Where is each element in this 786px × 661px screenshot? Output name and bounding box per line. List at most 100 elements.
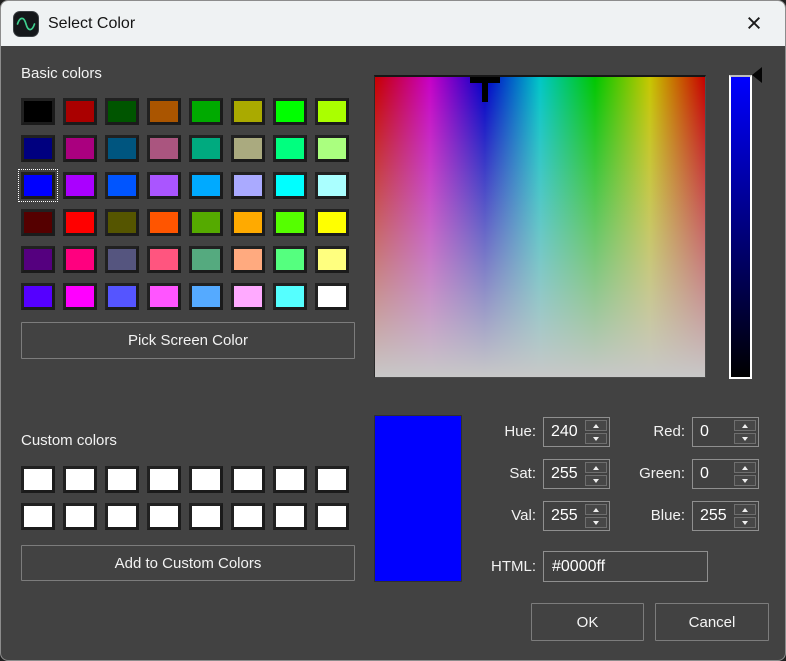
green-spin-up-icon[interactable] [734,462,756,473]
titlebar[interactable]: Select Color × [1,1,785,46]
value-slider-arrow-icon[interactable] [752,67,762,83]
basic-color-swatch[interactable] [21,283,55,310]
basic-color-swatch[interactable] [231,172,265,199]
basic-color-swatch[interactable] [189,283,223,310]
green-spinbox[interactable]: 0 [692,459,759,489]
app-sine-wave-icon [13,11,39,37]
basic-color-swatch[interactable] [21,135,55,162]
basic-color-swatch[interactable] [147,172,181,199]
basic-color-swatch[interactable] [315,283,349,310]
basic-colors-label: Basic colors [21,65,102,82]
basic-color-swatch[interactable] [189,209,223,236]
html-input[interactable]: #0000ff [543,551,708,582]
custom-color-swatch[interactable] [21,466,55,493]
basic-color-swatch[interactable] [231,283,265,310]
basic-color-swatch[interactable] [231,135,265,162]
custom-color-swatch[interactable] [315,503,349,530]
basic-color-swatch[interactable] [105,135,139,162]
custom-color-swatch[interactable] [21,503,55,530]
basic-color-swatch[interactable] [315,98,349,125]
basic-color-swatch[interactable] [273,172,307,199]
cancel-label: Cancel [689,614,736,631]
ok-button[interactable]: OK [531,603,644,641]
basic-color-swatch[interactable] [105,283,139,310]
basic-color-swatch[interactable] [273,98,307,125]
basic-color-swatch[interactable] [273,246,307,273]
blue-spin-up-icon[interactable] [734,504,756,515]
basic-color-swatch[interactable] [273,135,307,162]
custom-color-swatch[interactable] [189,466,223,493]
custom-color-swatch[interactable] [105,503,139,530]
basic-color-swatch[interactable] [189,246,223,273]
basic-color-swatch[interactable] [147,135,181,162]
basic-color-swatch[interactable] [105,246,139,273]
red-spin-up-icon[interactable] [734,420,756,431]
basic-colors-grid [21,98,349,310]
html-value: #0000ff [552,558,605,576]
add-to-custom-colors-button[interactable]: Add to Custom Colors [21,545,355,581]
custom-color-swatch[interactable] [273,503,307,530]
basic-color-swatch[interactable] [315,246,349,273]
basic-color-swatch[interactable] [21,172,55,199]
basic-color-swatch[interactable] [189,135,223,162]
basic-color-swatch[interactable] [147,283,181,310]
basic-color-swatch[interactable] [63,283,97,310]
blue-value: 255 [693,507,734,525]
green-spin-down-icon[interactable] [734,475,756,486]
basic-color-swatch[interactable] [231,209,265,236]
add-to-custom-colors-label: Add to Custom Colors [115,555,262,572]
basic-color-swatch[interactable] [147,98,181,125]
basic-color-swatch[interactable] [21,209,55,236]
basic-color-swatch[interactable] [273,209,307,236]
blue-spinbox[interactable]: 255 [692,501,759,531]
basic-color-swatch[interactable] [63,172,97,199]
basic-color-swatch[interactable] [63,135,97,162]
custom-color-swatch[interactable] [105,466,139,493]
val-label: Val: [441,501,536,531]
basic-color-swatch[interactable] [315,209,349,236]
hue-sat-gradient[interactable] [374,75,706,378]
custom-color-swatch[interactable] [231,503,265,530]
basic-color-swatch[interactable] [189,172,223,199]
hue-label: Hue: [441,417,536,447]
custom-color-swatch[interactable] [273,466,307,493]
custom-color-swatch[interactable] [63,466,97,493]
basic-color-swatch[interactable] [231,246,265,273]
basic-color-swatch[interactable] [147,209,181,236]
custom-color-swatch[interactable] [189,503,223,530]
blue-spin-down-icon[interactable] [734,517,756,528]
basic-color-swatch[interactable] [63,98,97,125]
custom-color-swatch[interactable] [231,466,265,493]
basic-color-swatch[interactable] [63,209,97,236]
cancel-button[interactable]: Cancel [655,603,769,641]
value-slider[interactable] [729,75,752,379]
custom-color-swatch[interactable] [315,466,349,493]
basic-color-swatch[interactable] [21,246,55,273]
basic-color-swatch[interactable] [315,135,349,162]
basic-color-swatch[interactable] [147,246,181,273]
custom-colors-grid [21,466,349,530]
window-title: Select Color [48,15,135,33]
html-label: HTML: [441,552,536,582]
basic-color-swatch[interactable] [273,283,307,310]
custom-color-swatch[interactable] [147,466,181,493]
ok-label: OK [577,614,599,631]
red-spin-down-icon[interactable] [734,433,756,444]
pick-screen-color-button[interactable]: Pick Screen Color [21,322,355,359]
close-icon[interactable]: × [733,8,775,39]
green-label: Green: [579,459,685,489]
basic-color-swatch[interactable] [21,98,55,125]
green-value: 0 [693,465,734,483]
basic-color-swatch[interactable] [189,98,223,125]
basic-color-swatch[interactable] [315,172,349,199]
basic-color-swatch[interactable] [105,209,139,236]
red-spinbox[interactable]: 0 [692,417,759,447]
basic-color-swatch[interactable] [63,246,97,273]
custom-color-swatch[interactable] [147,503,181,530]
color-crosshair[interactable] [470,77,500,103]
sat-label: Sat: [441,459,536,489]
basic-color-swatch[interactable] [105,98,139,125]
custom-color-swatch[interactable] [63,503,97,530]
basic-color-swatch[interactable] [231,98,265,125]
basic-color-swatch[interactable] [105,172,139,199]
